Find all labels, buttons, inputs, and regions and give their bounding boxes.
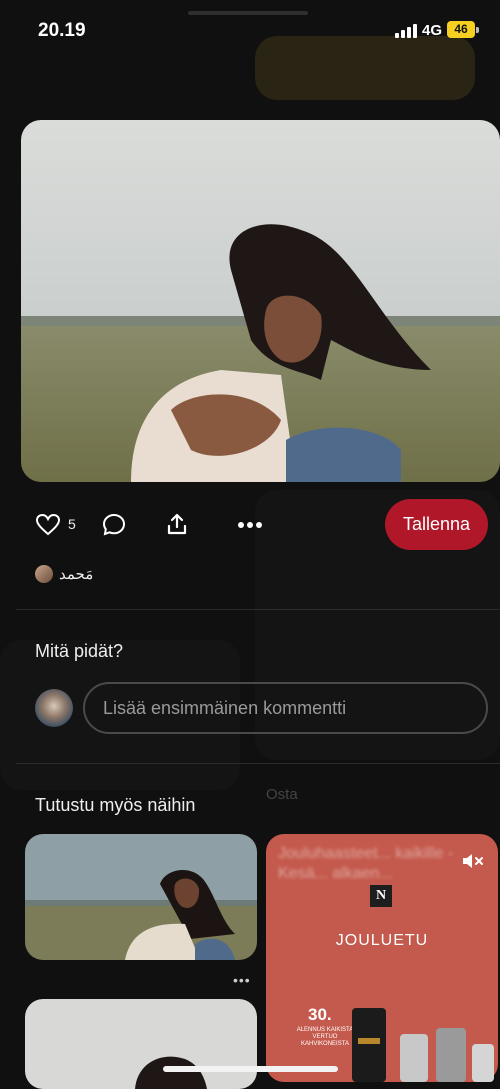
related-pin-2-image: [25, 999, 257, 1089]
comments-title: Mitä pidät?: [35, 641, 124, 661]
pin-author[interactable]: مَحمد: [35, 565, 93, 583]
chat-bubble-icon: [102, 513, 126, 536]
network-label: 4G: [422, 22, 443, 39]
related-title: Tutustu myös näihin: [35, 795, 196, 815]
comment-input[interactable]: [83, 682, 488, 734]
ad-discount: 30.: [308, 1005, 332, 1024]
like-count: 5: [68, 516, 76, 532]
related-pin-1[interactable]: [25, 834, 257, 960]
share-button[interactable]: [164, 511, 190, 537]
divider-1: [16, 609, 500, 610]
related-pin-2[interactable]: [25, 999, 257, 1089]
share-icon: [167, 513, 187, 535]
battery-tip: [476, 27, 479, 33]
signal-icon: [395, 24, 417, 38]
pin-image[interactable]: [21, 120, 500, 482]
heart-icon: [36, 514, 60, 536]
author-avatar: [35, 565, 53, 583]
battery-level: 46: [454, 22, 468, 36]
like-button[interactable]: [35, 512, 61, 538]
speaker-muted-icon: [463, 854, 483, 868]
author-name: مَحمد: [59, 566, 94, 583]
save-button[interactable]: Tallenna: [385, 499, 488, 550]
user-avatar: [35, 689, 73, 727]
divider-2: [16, 763, 500, 764]
ellipsis-icon: [238, 522, 262, 528]
comment-button[interactable]: [101, 512, 127, 538]
background-buy-label: Osta: [266, 786, 298, 803]
pin-photo: [21, 120, 500, 482]
status-bar: 20.19 4G 46: [0, 0, 500, 60]
related-pin-1-more[interactable]: •••: [233, 972, 251, 988]
ad-title: JOULUETU: [335, 932, 429, 949]
ad-blurred-text: Jouluhaasteet... kaikille - Kesä... alka…: [278, 845, 454, 882]
brand-logo: N: [370, 885, 392, 907]
sheet-grab-handle[interactable]: [188, 11, 308, 15]
more-options-button[interactable]: [236, 512, 264, 538]
mute-button[interactable]: [461, 851, 485, 871]
coffee-machines-image: [352, 1008, 494, 1082]
related-pin-1-image: [25, 834, 257, 960]
status-time: 20.19: [38, 20, 86, 41]
home-indicator[interactable]: [163, 1066, 338, 1072]
battery-icon: 46: [447, 21, 475, 38]
